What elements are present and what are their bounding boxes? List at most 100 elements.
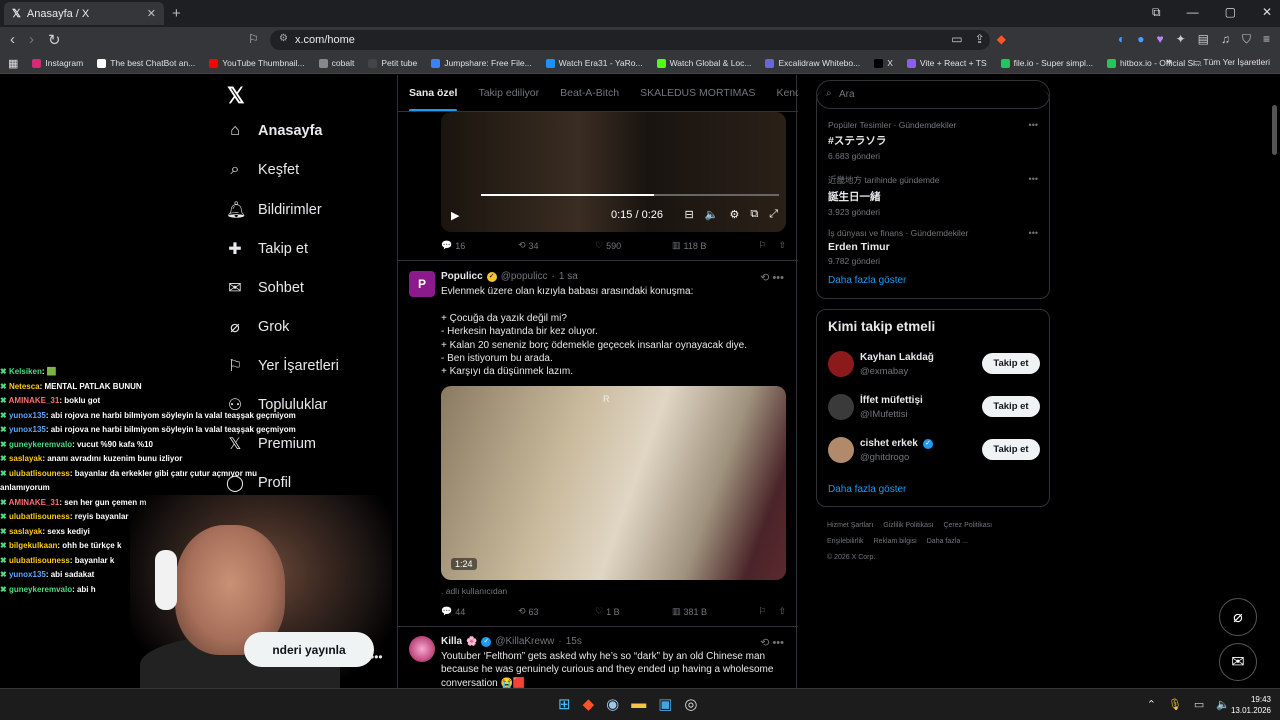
bookmark-item[interactable]: X bbox=[874, 58, 893, 68]
tweet-more-icon[interactable]: ⟲ ••• bbox=[760, 636, 784, 649]
cast-icon[interactable]: ▭ bbox=[951, 32, 962, 47]
reload-icon[interactable]: ↻ bbox=[48, 31, 61, 49]
views-button[interactable]: ▥ 381 B bbox=[672, 606, 752, 617]
repost-button[interactable]: ⟲ 63 bbox=[518, 606, 595, 617]
suggestion-name[interactable]: Kayhan Lakdağ bbox=[860, 352, 934, 363]
minimize-icon[interactable]: — bbox=[1187, 5, 1199, 20]
settings-icon[interactable]: ⚙ bbox=[729, 208, 739, 221]
bookmark-item[interactable]: hitbox.io - Official Si... bbox=[1107, 58, 1202, 68]
sidebar-icon[interactable]: ▤ bbox=[1198, 32, 1209, 47]
messages-fab-icon[interactable]: ✉ bbox=[1219, 643, 1257, 681]
scrollbar[interactable] bbox=[1272, 105, 1277, 155]
network-icon[interactable]: ▭ bbox=[1194, 698, 1204, 711]
app-icon[interactable]: ▣ bbox=[658, 695, 672, 713]
author-handle[interactable]: @populicc bbox=[501, 271, 548, 282]
sidebar-item-2[interactable]: 🔔︎ Bildirimler bbox=[226, 200, 322, 220]
captions-icon[interactable]: ⊟ bbox=[685, 208, 694, 221]
author-name[interactable]: Populicc bbox=[441, 271, 483, 282]
site-info-icon[interactable]: ⚙ bbox=[279, 33, 288, 44]
author-handle[interactable]: @KillaKreww bbox=[495, 636, 554, 647]
trends-show-more[interactable]: Daha fazla göster bbox=[828, 275, 906, 286]
follow-suggestion[interactable]: İffet müfettişi @IMufettisi Takip et bbox=[828, 394, 1040, 424]
search-input[interactable]: ⌕ Ara bbox=[816, 80, 1050, 109]
file-explorer-icon[interactable]: ▬ bbox=[631, 695, 646, 713]
views-button[interactable]: ▥ 118 B bbox=[672, 240, 752, 251]
timeline-tab[interactable]: SKALEDUS MORTIMAS bbox=[640, 87, 755, 99]
menu-icon[interactable]: ≡ bbox=[1263, 32, 1270, 47]
suggestion-handle[interactable]: @exmabay bbox=[860, 366, 908, 377]
bookmark-item[interactable]: Vite + React + TS bbox=[906, 58, 987, 68]
steam-icon[interactable]: ◉ bbox=[606, 695, 619, 713]
bookmark-item[interactable]: Excalidraw Whitebo... bbox=[765, 58, 860, 68]
url-field[interactable]: ⚙ x.com/home bbox=[270, 30, 990, 50]
follow-suggestion[interactable]: Kayhan Lakdağ @exmabay Takip et bbox=[828, 351, 1040, 381]
obs-icon[interactable]: ◎ bbox=[684, 695, 697, 713]
fullscreen-icon[interactable]: ⤢ bbox=[769, 208, 778, 221]
footer-link[interactable]: Hizmet Şartları bbox=[827, 522, 873, 529]
bookmark-item[interactable]: cobalt bbox=[318, 58, 354, 68]
follow-button[interactable]: Takip et bbox=[982, 353, 1040, 374]
grok-fab-icon[interactable]: ⌀ bbox=[1219, 598, 1257, 636]
brave-shield-icon[interactable]: ◆ bbox=[997, 32, 1006, 47]
avatar[interactable] bbox=[828, 351, 854, 377]
trend-item[interactable]: İş dünyası ve finans · Gündemdekiler Erde… bbox=[828, 228, 1038, 266]
reply-button[interactable]: 💬 44 bbox=[441, 606, 518, 617]
follow-show-more[interactable]: Daha fazla göster bbox=[828, 484, 906, 495]
footer-link[interactable]: Gizlilik Politikası bbox=[883, 522, 933, 529]
bookmark-page-icon[interactable]: ⚐ bbox=[248, 32, 259, 46]
trend-item[interactable]: Popüler Tesimler · Gündemdekiler #ステラソラ 6.… bbox=[828, 120, 1038, 161]
volume-icon[interactable]: 🔈 bbox=[1216, 698, 1230, 711]
trend-more-icon[interactable]: ••• bbox=[1029, 174, 1038, 184]
brave-icon[interactable]: ◆ bbox=[583, 695, 595, 713]
share-icon[interactable]: ⇧ bbox=[778, 240, 786, 251]
start-icon[interactable]: ⊞ bbox=[558, 695, 571, 713]
bookmark-icon[interactable]: ⚐ bbox=[758, 606, 766, 617]
like-button[interactable]: ♡ 590 bbox=[595, 240, 672, 251]
trend-more-icon[interactable]: ••• bbox=[1029, 228, 1038, 238]
tweet-time[interactable]: 1 sa bbox=[559, 271, 578, 282]
reply-button[interactable]: 💬 16 bbox=[441, 240, 518, 251]
back-icon[interactable]: ‹ bbox=[10, 31, 15, 49]
follow-button[interactable]: Takip et bbox=[982, 439, 1040, 460]
extension-1-icon[interactable]: ● bbox=[1137, 32, 1144, 47]
bookmark-item[interactable]: Petit tube bbox=[368, 58, 417, 68]
tray-overflow-icon[interactable]: ⌃ bbox=[1147, 698, 1156, 711]
avatar[interactable] bbox=[828, 394, 854, 420]
forward-icon[interactable]: › bbox=[29, 31, 34, 49]
author-name[interactable]: Killa bbox=[441, 636, 462, 647]
repost-button[interactable]: ⟲ 34 bbox=[518, 240, 595, 251]
close-tab-icon[interactable]: ✕ bbox=[147, 7, 156, 20]
pip-icon[interactable]: ⧉ bbox=[750, 208, 758, 221]
follow-suggestion[interactable]: cishet erkek @ghitdrogo Takip et ✓ bbox=[828, 437, 1040, 467]
sidebar-item-1[interactable]: ⌕ Keşfet bbox=[226, 161, 300, 179]
bookmark-item[interactable]: Jumpshare: Free File... bbox=[431, 58, 532, 68]
vpn-icon[interactable]: ⛉ bbox=[1242, 32, 1251, 47]
puzzle-icon[interactable]: ✦ bbox=[1176, 32, 1186, 47]
trend-item[interactable]: 近畿地方 tarihinde gündemde 誕生日一緒 3.923 gönder… bbox=[828, 174, 1038, 217]
timeline-tab[interactable]: Takip ediliyor bbox=[478, 87, 539, 99]
extension-2-icon[interactable]: ♥ bbox=[1156, 32, 1163, 47]
bookmark-item[interactable]: The best ChatBot an... bbox=[97, 58, 195, 68]
bookmark-item[interactable]: Instagram bbox=[32, 58, 83, 68]
timeline-tab[interactable]: Kend bbox=[776, 87, 798, 99]
footer-link[interactable]: Çerez Politikası bbox=[943, 522, 992, 529]
avatar[interactable]: P bbox=[409, 271, 435, 297]
mic-icon[interactable]: 🎙 bbox=[1168, 698, 1182, 711]
taskbar-clock[interactable]: 19:43 13.01.2026 bbox=[1231, 694, 1271, 716]
footer-link[interactable]: Erişilebilirlik bbox=[827, 538, 864, 545]
bookmark-item[interactable]: YouTube Thumbnail... bbox=[209, 58, 305, 68]
sidebar-item-0[interactable]: ⌂ Anasayfa bbox=[226, 122, 322, 140]
suggestion-name[interactable]: cishet erkek bbox=[860, 438, 918, 449]
timeline-tab[interactable]: Sana özel bbox=[409, 87, 458, 111]
suggestion-handle[interactable]: @IMufettisi bbox=[860, 409, 908, 420]
suggestion-handle[interactable]: @ghitdrogo bbox=[860, 452, 909, 463]
tweet-video[interactable]: R 1:24 bbox=[441, 386, 786, 580]
close-window-icon[interactable]: ✕ bbox=[1262, 5, 1272, 20]
footer-link[interactable]: © 2026 X Corp. bbox=[827, 554, 875, 561]
avatar[interactable] bbox=[409, 636, 435, 662]
extensions-icon[interactable]: ⧉ bbox=[1152, 5, 1161, 20]
new-tab-button[interactable]: + bbox=[172, 5, 181, 22]
footer-link[interactable]: Reklam bilgisi bbox=[874, 538, 917, 545]
maximize-icon[interactable]: ▢ bbox=[1225, 5, 1236, 20]
bookmark-item[interactable]: file.io - Super simpl... bbox=[1000, 58, 1093, 68]
